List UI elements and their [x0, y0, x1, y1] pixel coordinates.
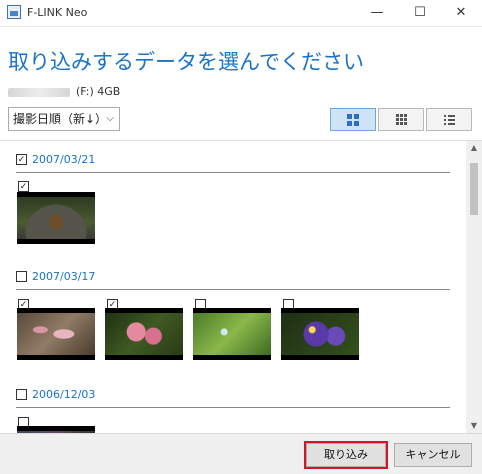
sort-dropdown[interactable]: 撮影日順（新↓） ⌵ [8, 107, 120, 131]
window-title: F-LINK Neo [27, 6, 88, 19]
small-grid-icon [395, 114, 407, 125]
app-icon [7, 5, 21, 19]
sort-value: 撮影日順（新↓） [13, 112, 108, 126]
chevron-down-icon: ⌵ [106, 113, 114, 124]
photo-thumbnail-flower-1[interactable] [17, 308, 95, 360]
scroll-down-arrow-icon[interactable]: ▼ [466, 419, 482, 433]
photo-thumbnail-partial[interactable] [17, 426, 95, 433]
drive-name-blurred [8, 87, 70, 97]
group-checkbox-20070321[interactable]: ✓ [16, 154, 27, 165]
group-date: 2006/12/03 [32, 388, 96, 401]
photo-thumbnail-flower-2[interactable] [105, 308, 183, 360]
scroll-up-arrow-icon[interactable]: ▲ [466, 141, 482, 155]
view-list-button[interactable] [426, 108, 472, 131]
drive-info: (F:) 4GB [8, 85, 120, 98]
minimize-button[interactable]: — [357, 0, 397, 26]
vertical-scrollbar[interactable]: ▲ ▼ [466, 141, 482, 433]
view-large-grid-button[interactable] [330, 108, 376, 131]
group-date: 2007/03/17 [32, 270, 96, 283]
drive-label: (F:) 4GB [76, 85, 121, 98]
group-checkbox-20070317[interactable] [16, 271, 27, 282]
page-title: 取り込みするデータを選んでください [8, 50, 364, 74]
import-button[interactable]: 取り込み [304, 441, 388, 469]
group-divider [16, 289, 450, 290]
scrollbar-thumb[interactable] [470, 163, 478, 215]
photo-thumbnail-flower-3[interactable] [193, 308, 271, 360]
large-grid-icon [347, 113, 359, 126]
photo-list: ✓ 2007/03/21 ✓ 2007/03/17 ✓ ✓ 2006/12/03 [0, 141, 466, 433]
cancel-button[interactable]: キャンセル [394, 443, 472, 467]
group-date: 2007/03/21 [32, 153, 96, 166]
view-small-grid-button[interactable] [378, 108, 424, 131]
photo-checkbox[interactable]: ✓ [18, 181, 29, 192]
group-checkbox-20061203[interactable] [16, 389, 27, 400]
close-button[interactable]: ✕ [441, 0, 481, 26]
title-bar: F-LINK Neo — ☐ ✕ [0, 0, 482, 27]
group-divider [16, 172, 450, 173]
list-icon [443, 114, 455, 125]
photo-thumbnail-pinecone[interactable] [17, 192, 95, 244]
maximize-button[interactable]: ☐ [400, 0, 440, 26]
photo-thumbnail-flower-4[interactable] [281, 308, 359, 360]
group-divider [16, 407, 450, 408]
